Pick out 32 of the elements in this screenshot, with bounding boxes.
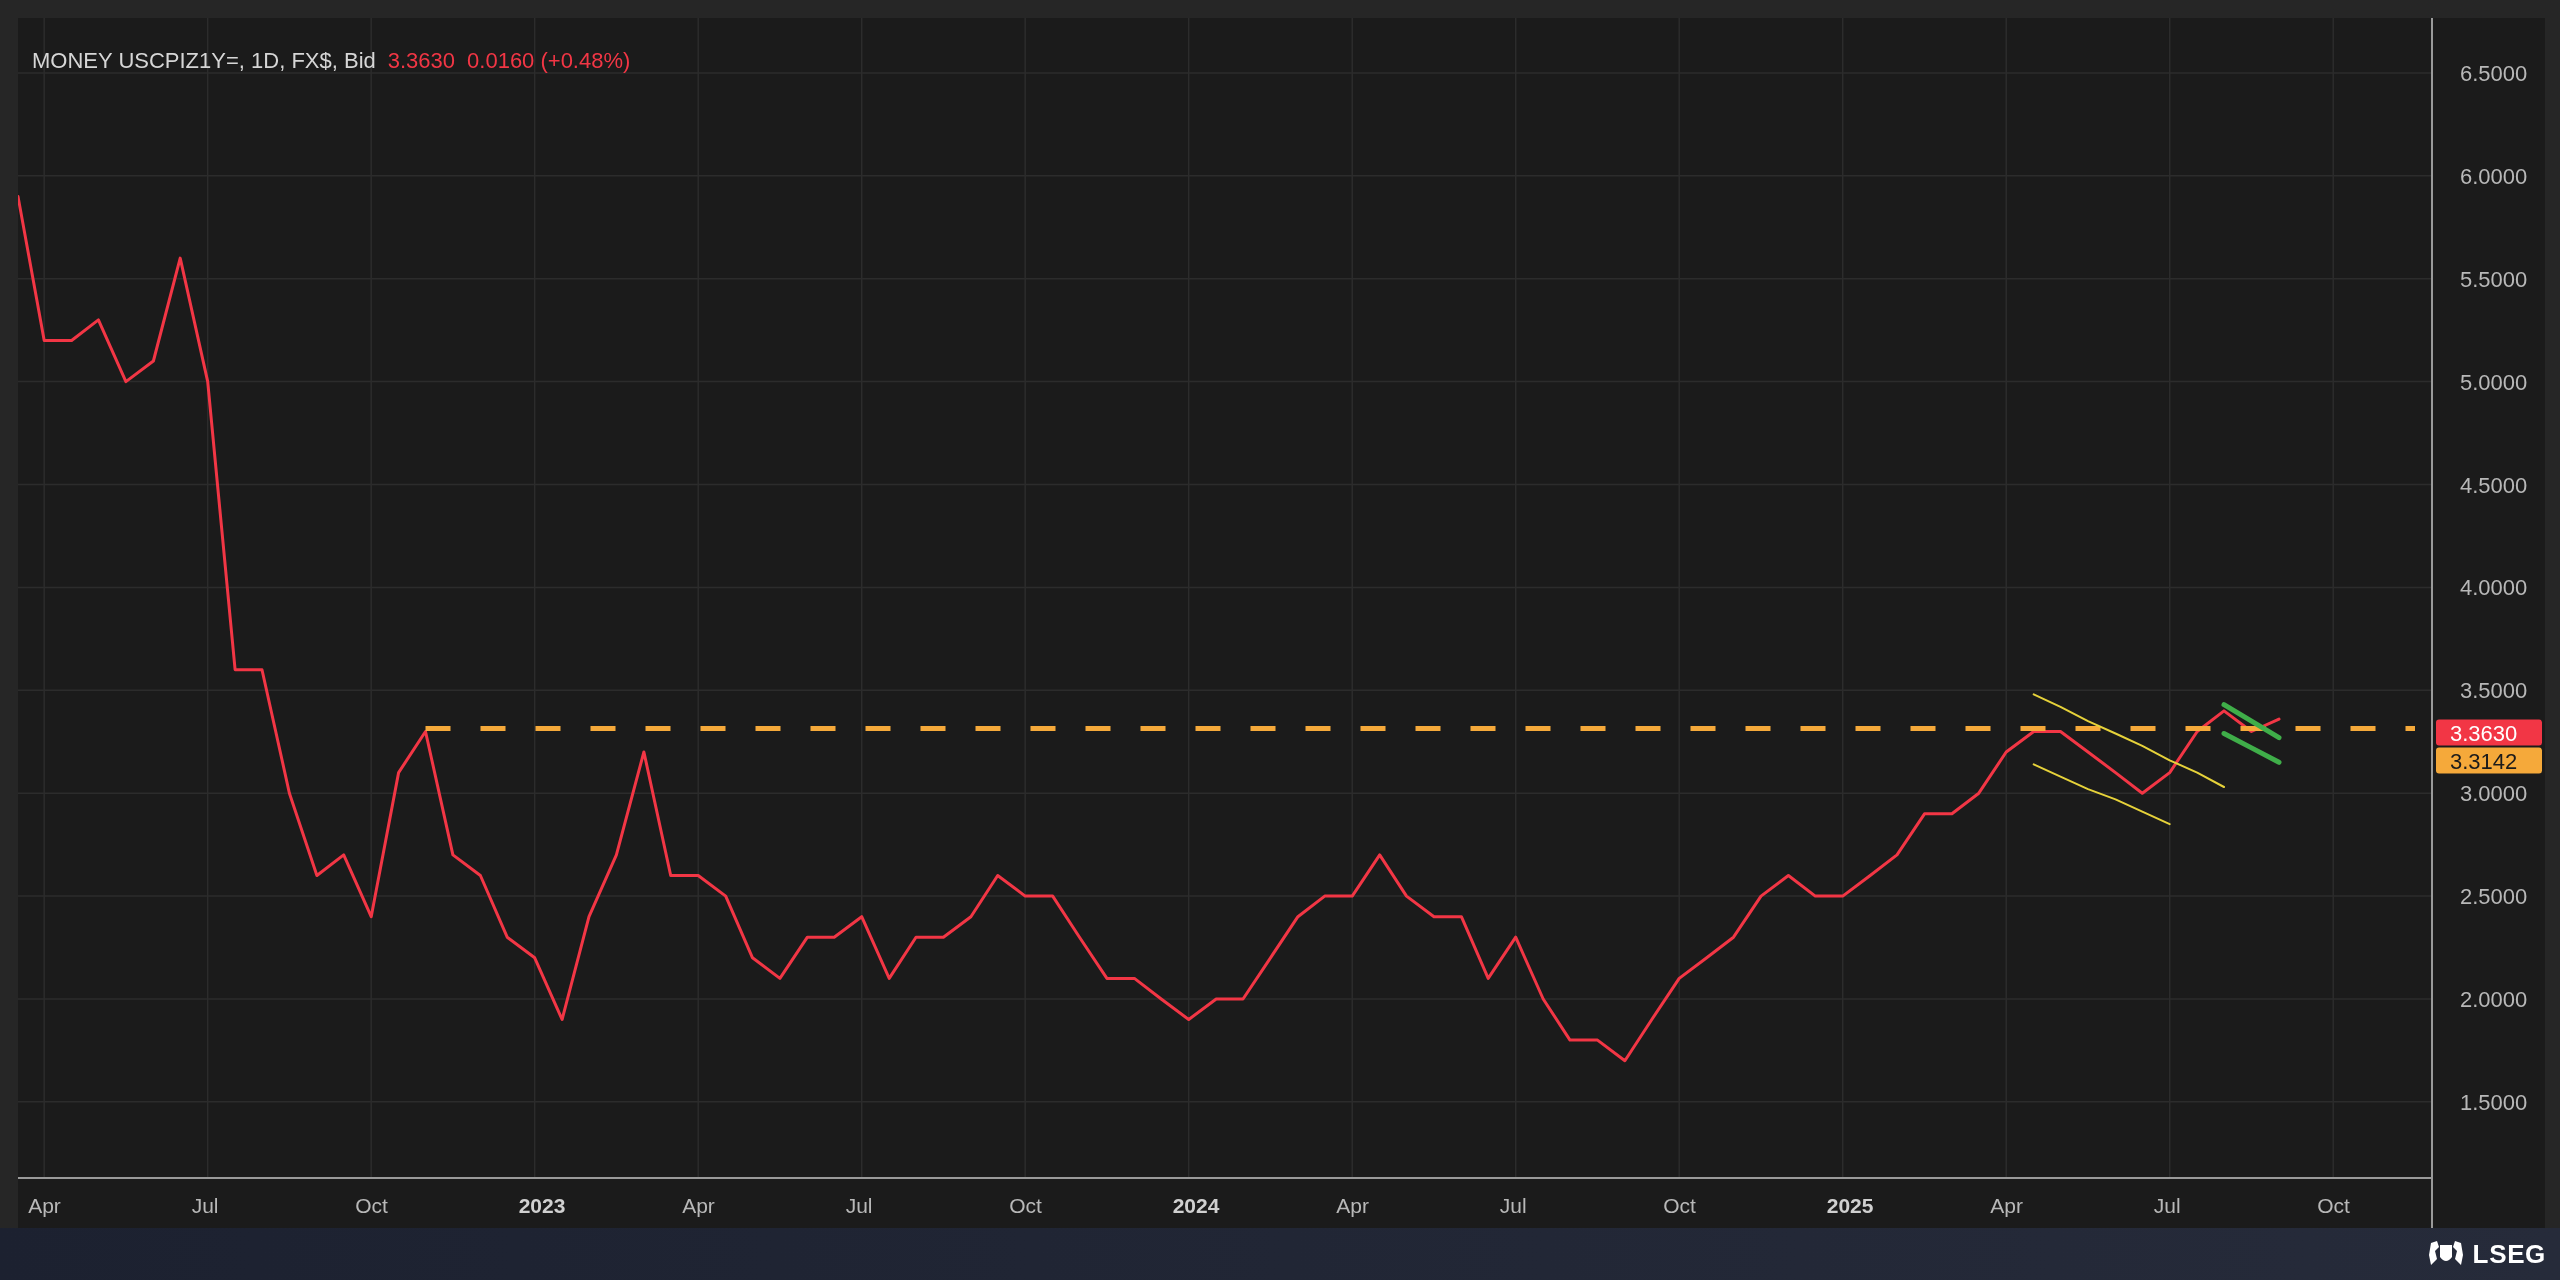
price-badge: 3.3630	[2436, 719, 2542, 746]
last-price: 3.3630	[387, 47, 456, 75]
instrument-label: MONEY USCPIZ1Y=, 1D, FX$, Bid	[32, 47, 376, 75]
axis-label: Apr	[28, 1194, 61, 1217]
axis-label: 3.0000	[2460, 781, 2528, 807]
axis-label: Oct	[355, 1194, 388, 1217]
axis-label: 6.0000	[2460, 163, 2528, 189]
axis-label: Jul	[845, 1194, 873, 1217]
axis-label: 2023	[518, 1194, 566, 1217]
axis-label: 2025	[1826, 1194, 1874, 1217]
axis-label: Apr	[682, 1194, 715, 1217]
axis-label: 1.5000	[2460, 1089, 2528, 1115]
axis-label: Jul	[2153, 1194, 2181, 1217]
price-change: 0.0160 (+0.48%)	[467, 47, 631, 75]
axis-label: 5.0000	[2460, 369, 2528, 395]
axis-label: 5.5000	[2460, 266, 2528, 292]
axis-label: Jul	[1499, 1194, 1527, 1217]
axis-label: 2.0000	[2460, 986, 2528, 1012]
axis-label: 6.5000	[2460, 60, 2528, 86]
price-badge: 3.3142	[2436, 747, 2542, 774]
axis-label: Oct	[1663, 1194, 1696, 1217]
axis-label: 2.5000	[2460, 884, 2528, 910]
axis-label: Apr	[1336, 1194, 1369, 1217]
axis-label: Jul	[191, 1194, 219, 1217]
axis-label: 4.0000	[2460, 575, 2528, 601]
axis-label: Apr	[1990, 1194, 2023, 1217]
axis-label: Oct	[1009, 1194, 1042, 1217]
axis-label: 3.5000	[2460, 678, 2528, 704]
axis-label: 2024	[1172, 1194, 1220, 1217]
axis-label: Oct	[2317, 1194, 2350, 1217]
axis-label: 4.5000	[2460, 472, 2528, 498]
logo-text: LSEG	[2472, 1237, 2546, 1271]
